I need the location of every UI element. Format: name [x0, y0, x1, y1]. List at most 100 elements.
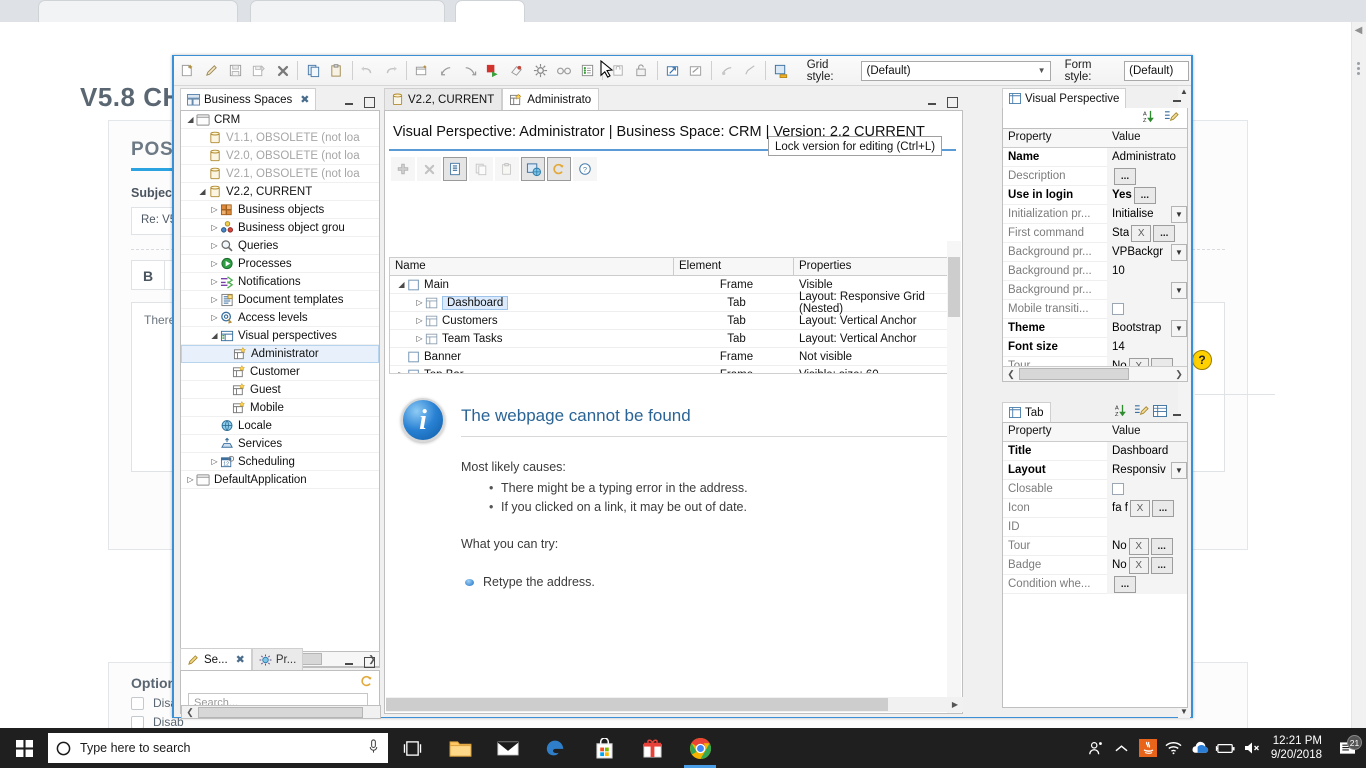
table-row[interactable]: Banner Frame Not visible	[390, 348, 958, 366]
option-checkbox-1[interactable]	[131, 696, 144, 710]
properties-icon[interactable]	[443, 157, 467, 181]
scroll-up-arrow[interactable]: ◀	[1352, 24, 1365, 37]
table-row[interactable]: ▷ Team Tasks Tab Layout: Vertical Anchor	[390, 330, 958, 348]
clear-x-button[interactable]: X	[1128, 556, 1149, 574]
twisty-expanded-icon[interactable]: ◢	[197, 187, 208, 196]
twisty-collapsed-icon[interactable]: ▷	[209, 205, 220, 214]
delete-x-icon[interactable]	[417, 157, 441, 181]
table-icon[interactable]	[1153, 404, 1167, 420]
people-icon[interactable]	[1083, 740, 1109, 756]
property-row[interactable]: Use in login Yes...	[1003, 185, 1187, 205]
property-checkbox[interactable]	[1112, 303, 1124, 315]
tree-item-visual-perspectives[interactable]: ◢ Visual perspectives	[181, 327, 379, 345]
tab-tab-properties[interactable]: Tab	[1002, 402, 1051, 422]
property-row[interactable]: ID	[1003, 517, 1187, 537]
twisty-collapsed-icon[interactable]: ▷	[209, 295, 220, 304]
scroll-thumb[interactable]	[948, 257, 960, 317]
ellipsis-button[interactable]: ...	[1150, 537, 1173, 555]
tree-item-scheduling[interactable]: ▷ 12 Scheduling	[181, 453, 379, 471]
business-spaces-tree[interactable]: ◢ CRM V1.1, OBSOLETE (not loa V2.0, OBSOLET…	[180, 110, 380, 668]
maximize-button[interactable]	[362, 95, 375, 108]
twisty-collapsed-icon[interactable]: ▷	[414, 298, 425, 307]
scroll-left-arrow[interactable]: ❮	[182, 707, 198, 718]
ellipsis-button[interactable]: ...	[1114, 167, 1136, 185]
start-button[interactable]	[0, 728, 48, 768]
ellipsis-button[interactable]: ...	[1114, 575, 1136, 593]
filter-edit-icon[interactable]	[1134, 404, 1149, 421]
gift-icon[interactable]	[628, 728, 676, 768]
unlock-icon[interactable]	[631, 59, 653, 83]
filter-edit-icon[interactable]	[1164, 110, 1179, 127]
undo-icon[interactable]	[357, 59, 379, 83]
microsoft-store-icon[interactable]	[580, 728, 628, 768]
grid-style-combo[interactable]: (Default) ▼	[861, 60, 1051, 81]
task-view-icon[interactable]	[388, 728, 436, 768]
property-row[interactable]: Condition whe......	[1003, 574, 1187, 594]
chevron-down-icon[interactable]: ▼	[1171, 281, 1187, 299]
property-row[interactable]: Font size 14	[1003, 337, 1187, 357]
property-row[interactable]: First command Sta X...	[1003, 223, 1187, 243]
tree-item-v2-2-current[interactable]: ◢ V2.2, CURRENT	[181, 183, 379, 201]
tab-business-spaces[interactable]: Business Spaces ✖	[180, 88, 317, 110]
import-icon[interactable]	[435, 59, 457, 83]
tab-properties[interactable]: Pr...	[251, 648, 304, 670]
twisty-collapsed-icon[interactable]: ▷	[209, 277, 220, 286]
editor-horizontal-scrollbar[interactable]: ▶	[386, 697, 963, 712]
copy-icon[interactable]	[469, 157, 493, 181]
clock[interactable]: 12:21 PM 9/20/2018	[1265, 734, 1332, 762]
option-checkbox-2[interactable]	[131, 715, 144, 729]
ellipsis-button[interactable]: ...	[1151, 499, 1174, 517]
open-external-icon[interactable]	[661, 59, 683, 83]
tree-item-v2-1-obsolete-not-loa[interactable]: V2.1, OBSOLETE (not loa	[181, 165, 379, 183]
bold-button[interactable]: B	[131, 260, 165, 290]
maximize-button[interactable]	[362, 655, 375, 668]
tree-item-locale[interactable]: Locale	[181, 417, 379, 435]
configure-icon[interactable]	[529, 59, 551, 83]
browser-tab-1[interactable]	[38, 0, 238, 22]
table-row[interactable]: ▷ Customers Tab Layout: Vertical Anchor	[390, 312, 958, 330]
vp-properties-grid[interactable]: Property Value Name Administrato Descripti…	[1002, 128, 1188, 382]
search-horizontal-scrollbar[interactable]: ❮	[181, 705, 381, 719]
vp-horizontal-scrollbar[interactable]: ❮ ❯	[1003, 366, 1187, 381]
clear-x-button[interactable]: X	[1131, 224, 1152, 242]
close-icon[interactable]: ✖	[236, 653, 245, 666]
chevron-down-icon[interactable]: ▼	[1171, 243, 1187, 261]
property-row[interactable]: Background pr... 10	[1003, 261, 1187, 281]
minimize-button[interactable]	[926, 95, 939, 108]
deploy-icon[interactable]	[506, 59, 528, 83]
new-version-icon[interactable]	[411, 59, 433, 83]
refresh-icon[interactable]	[360, 674, 374, 691]
export-icon[interactable]	[458, 59, 480, 83]
property-row[interactable]: Initialization pr... Initialise ▼	[1003, 204, 1187, 224]
close-external-icon[interactable]	[685, 59, 707, 83]
stop-run-icon[interactable]	[482, 59, 504, 83]
chevron-down-icon[interactable]: ▼	[1171, 319, 1187, 337]
volume-muted-icon[interactable]	[1239, 741, 1265, 755]
chrome-browser-icon[interactable]	[676, 728, 724, 768]
property-row[interactable]: Title Dashboard	[1003, 441, 1187, 461]
tab-search[interactable]: Se... ✖	[180, 648, 252, 670]
tree-item-business-objects[interactable]: ▷ Business objects	[181, 201, 379, 219]
onedrive-icon[interactable]	[1187, 741, 1213, 755]
property-row[interactable]: Icon fa f X...	[1003, 498, 1187, 518]
tree-item-document-templates[interactable]: ▷ Document templates	[181, 291, 379, 309]
scroll-thumb[interactable]	[1019, 368, 1129, 380]
editor-tab-version[interactable]: V2.2, CURRENT	[384, 88, 503, 110]
property-row[interactable]: Description...	[1003, 166, 1187, 186]
tree-item-customer[interactable]: Customer	[181, 363, 379, 381]
scroll-thumb[interactable]	[198, 706, 363, 718]
battery-icon[interactable]	[1213, 742, 1239, 755]
twisty-collapsed-icon[interactable]: ▷	[209, 457, 220, 466]
check-out-icon[interactable]	[739, 59, 761, 83]
mail-icon[interactable]	[484, 728, 532, 768]
twisty-collapsed-icon[interactable]: ▷	[414, 334, 425, 343]
table-row[interactable]: ▷ Dashboard Tab Layout: Responsive Grid (Ne…	[390, 291, 958, 315]
help-icon[interactable]: ?	[1192, 350, 1212, 370]
tree-item-defaultapplication[interactable]: ▷ DefaultApplication	[181, 471, 379, 489]
twisty-collapsed-icon[interactable]: ▷	[209, 259, 220, 268]
help-icon[interactable]: ?	[573, 157, 597, 181]
tree-item-notifications[interactable]: ▷ Notifications	[181, 273, 379, 291]
form-style-combo[interactable]: (Default)	[1124, 60, 1189, 81]
browser-vertical-scrollbar[interactable]: ◀	[1351, 22, 1366, 728]
delete-x-icon[interactable]	[272, 59, 294, 83]
